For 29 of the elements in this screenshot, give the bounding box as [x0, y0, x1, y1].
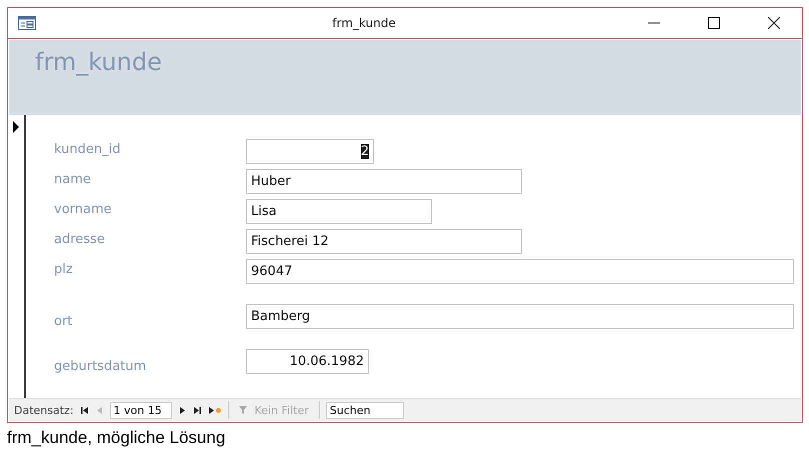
input-field[interactable]: Bamberg	[246, 304, 794, 329]
form-icon	[18, 16, 36, 30]
search-field[interactable]: Suchen	[326, 402, 404, 418]
field-label: vorname	[54, 201, 113, 217]
field-label: geburtsdatum	[54, 358, 148, 374]
field-label: name	[54, 171, 92, 187]
input-field[interactable]: 2	[246, 139, 374, 164]
last-record-icon[interactable]	[192, 406, 202, 414]
form-title: frm_kunde	[35, 48, 162, 76]
input-field[interactable]: 96047	[246, 259, 794, 284]
input-field[interactable]: Fischerei 12	[246, 229, 522, 254]
input-field[interactable]: Huber	[246, 169, 522, 194]
field-label: plz	[54, 261, 74, 277]
field-label: ort	[54, 313, 74, 329]
input-field[interactable]: 10.06.1982	[246, 349, 369, 374]
input-field[interactable]: Lisa	[246, 199, 432, 224]
field-label: adresse	[54, 231, 106, 247]
field-label: kunden_id	[54, 141, 122, 157]
close-icon[interactable]	[768, 17, 780, 29]
next-record-icon[interactable]	[178, 406, 187, 414]
figure-caption: frm_kunde, mögliche Lösung	[7, 428, 226, 448]
new-record-icon[interactable]	[208, 406, 222, 414]
record-label: Datensatz:	[14, 404, 74, 416]
filter-icon	[238, 406, 249, 414]
maximize-icon[interactable]	[708, 17, 720, 29]
record-field[interactable]: 1 von 15	[110, 402, 172, 418]
first-record-icon[interactable]	[80, 406, 89, 414]
record-pointer-icon	[12, 121, 20, 133]
window-title: frm_kunde	[331, 16, 397, 30]
